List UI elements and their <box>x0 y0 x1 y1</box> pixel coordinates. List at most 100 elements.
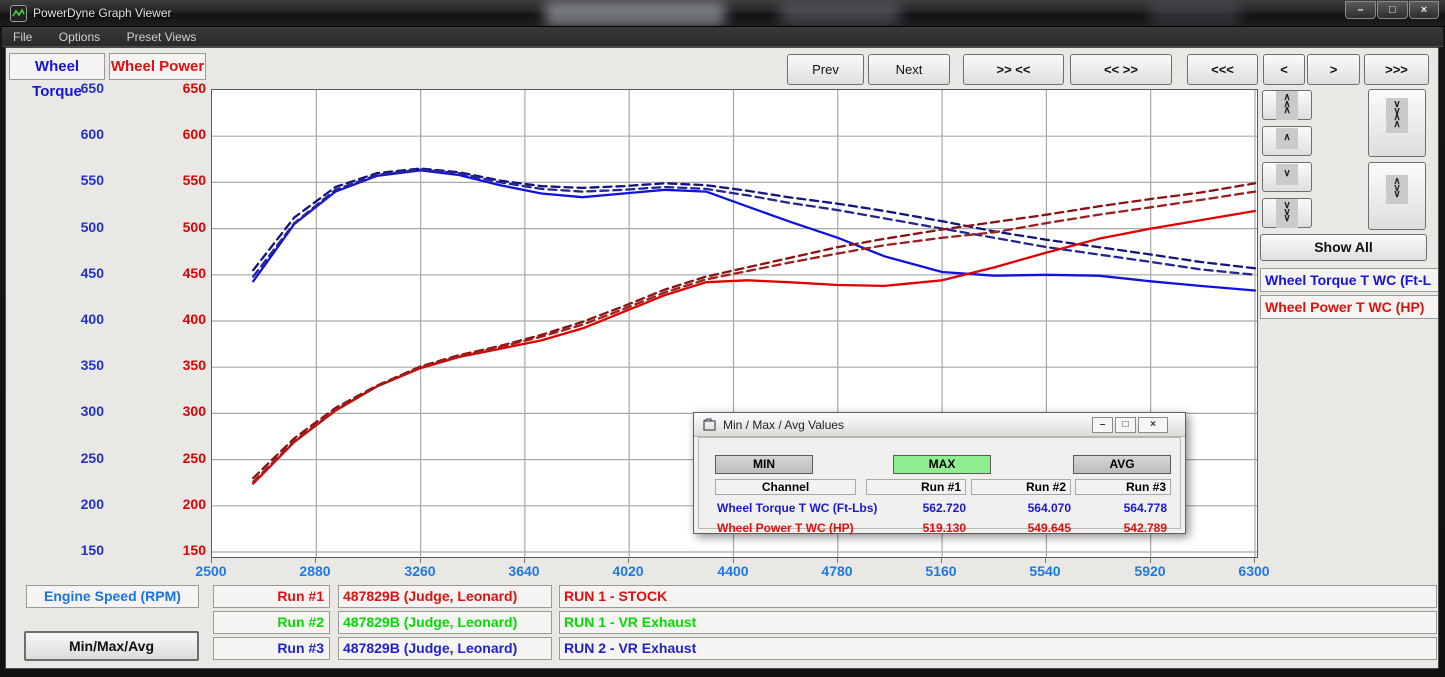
prev-button[interactable]: Prev <box>787 54 864 85</box>
show-all-button[interactable]: Show All <box>1260 234 1427 261</box>
y-tick-label: 150 <box>136 542 206 558</box>
wheel-torque-axis-button[interactable]: Wheel Torque <box>9 53 105 80</box>
y-tick-label: 400 <box>34 311 104 327</box>
avg-mode-button[interactable]: AVG <box>1073 455 1171 474</box>
triple-chevron-up-icon: ∧ ∧ ∧ <box>1276 91 1297 120</box>
scale-down-fast-button[interactable]: ∨ ∨ ∨ <box>1262 198 1312 228</box>
x-tick-label: 6300 <box>1238 563 1269 579</box>
minmaxavg-button[interactable]: Min/Max/Avg <box>24 631 199 661</box>
pan-right-button[interactable]: > <box>1307 54 1360 85</box>
y-tick-label: 650 <box>34 80 104 96</box>
run2-description-field[interactable]: RUN 1 - VR Exhaust <box>559 611 1437 634</box>
x-tick-label: 3260 <box>404 563 435 579</box>
y-tick-label: 200 <box>136 496 206 512</box>
channel-column-header: Channel <box>715 479 856 495</box>
close-button[interactable]: × <box>1409 1 1439 19</box>
x-tick-label: 2880 <box>299 563 330 579</box>
y-tick-label: 300 <box>34 403 104 419</box>
y-tick-label: 650 <box>136 80 206 96</box>
run3-column-header: Run #3 <box>1075 479 1171 495</box>
run1-description-field[interactable]: RUN 1 - STOCK <box>559 585 1437 608</box>
dialog-minimize-button[interactable]: – <box>1092 417 1113 433</box>
menu-bar: File Options Preset Views <box>2 27 1443 47</box>
pan-left-button[interactable]: < <box>1263 54 1305 85</box>
title-bar: PowerDyne Graph Viewer – □ × <box>0 0 1445 27</box>
x-tick-label: 2500 <box>195 563 226 579</box>
minimize-button[interactable]: – <box>1345 1 1376 19</box>
menu-options[interactable]: Options <box>48 27 111 47</box>
collapse-y-range-button[interactable]: ∧ ∨ ∨ <box>1368 162 1426 230</box>
y-tick-label: 250 <box>136 450 206 466</box>
y-tick-label: 600 <box>136 126 206 142</box>
expand-y-range-button[interactable]: ∨ ∨ ∧ ∧ <box>1368 89 1426 157</box>
y-tick-label: 600 <box>34 126 104 142</box>
y-tick-label: 500 <box>34 219 104 235</box>
run2-name-field[interactable]: 487829B (Judge, Leonard) <box>338 611 552 634</box>
min-mode-button[interactable]: MIN <box>715 455 813 474</box>
run3-label: Run #3 <box>213 637 330 660</box>
wheel-power-axis-button[interactable]: Wheel Power <box>109 53 206 80</box>
y-tick-label: 150 <box>34 542 104 558</box>
dialog-title: Min / Max / Avg Values <box>723 418 844 432</box>
run2-label: Run #2 <box>213 611 330 634</box>
legend-torque-channel[interactable]: Wheel Torque T WC (Ft-L <box>1260 268 1439 292</box>
torque-run3-value: 564.778 <box>1077 501 1167 515</box>
engine-speed-axis-button[interactable]: Engine Speed (RPM) <box>26 585 199 608</box>
zoom-in-x-button[interactable]: >> << <box>963 54 1064 85</box>
x-tick-label: 3640 <box>508 563 539 579</box>
run3-name-field[interactable]: 487829B (Judge, Leonard) <box>338 637 552 660</box>
power-run2-value: 549.645 <box>981 521 1071 535</box>
run1-label: Run #1 <box>213 585 330 608</box>
run2-column-header: Run #2 <box>971 479 1071 495</box>
dialog-body: MIN MAX AVG Channel Run #1 Run #2 Run #3… <box>698 437 1181 529</box>
torque-run1-value: 562.720 <box>876 501 966 515</box>
y-tick-label: 350 <box>136 357 206 373</box>
titlebar-reflection <box>545 2 725 26</box>
pan-left-fast-button[interactable]: <<< <box>1187 54 1258 85</box>
y-tick-label: 550 <box>34 172 104 188</box>
dialog-close-button[interactable]: × <box>1138 417 1168 433</box>
triple-chevron-down-icon: ∨ ∨ ∨ <box>1276 199 1297 228</box>
chevron-up-icon: ∧ <box>1276 128 1297 149</box>
max-mode-button[interactable]: MAX <box>893 455 991 474</box>
run3-description-field[interactable]: RUN 2 - VR Exhaust <box>559 637 1437 660</box>
chevron-down-icon: ∨ <box>1276 164 1297 185</box>
minmaxavg-dialog: Min / Max / Avg Values – □ × MIN MAX AVG… <box>693 412 1186 534</box>
dialog-maximize-button[interactable]: □ <box>1115 417 1136 433</box>
x-tick-label: 4400 <box>717 563 748 579</box>
menu-preset-views[interactable]: Preset Views <box>116 27 208 47</box>
titlebar-reflection <box>780 4 900 24</box>
x-tick-label: 4020 <box>612 563 643 579</box>
menu-file[interactable]: File <box>2 27 43 47</box>
maximize-button[interactable]: □ <box>1377 1 1408 19</box>
run1-column-header: Run #1 <box>866 479 966 495</box>
zoom-out-x-button[interactable]: << >> <box>1070 54 1172 85</box>
y-tick-label: 400 <box>136 311 206 327</box>
power-row-label: Wheel Power T WC (HP) <box>717 521 854 535</box>
y-tick-label: 450 <box>136 265 206 281</box>
x-tick-label: 4780 <box>821 563 852 579</box>
y-tick-label: 550 <box>136 172 206 188</box>
scale-down-button[interactable]: ∨ <box>1262 162 1312 192</box>
y-tick-label: 450 <box>34 265 104 281</box>
collapse-chevrons-icon: ∧ ∨ ∨ <box>1386 175 1407 204</box>
torque-row-label: Wheel Torque T WC (Ft-Lbs) <box>717 501 877 515</box>
x-tick-label: 5160 <box>925 563 956 579</box>
next-button[interactable]: Next <box>868 54 950 85</box>
scale-up-button[interactable]: ∧ <box>1262 126 1312 156</box>
client-area: Wheel Torque Wheel Power Prev Next >> <<… <box>5 47 1439 669</box>
legend-power-channel[interactable]: Wheel Power T WC (HP) <box>1260 295 1439 319</box>
y-tick-label: 250 <box>34 450 104 466</box>
dialog-icon <box>703 418 717 437</box>
dialog-title-bar[interactable]: Min / Max / Avg Values – □ × <box>694 413 1185 437</box>
y-tick-label: 500 <box>136 219 206 235</box>
run1-name-field[interactable]: 487829B (Judge, Leonard) <box>338 585 552 608</box>
powerdyne-window: PowerDyne Graph Viewer – □ × File Option… <box>0 0 1445 677</box>
scale-up-fast-button[interactable]: ∧ ∧ ∧ <box>1262 90 1312 120</box>
y-tick-label: 300 <box>136 403 206 419</box>
power-run3-value: 542.789 <box>1077 521 1167 535</box>
series-wheel-torque-run-1 <box>253 170 1255 290</box>
pan-right-fast-button[interactable]: >>> <box>1364 54 1429 85</box>
y-tick-label: 200 <box>34 496 104 512</box>
torque-run2-value: 564.070 <box>981 501 1071 515</box>
